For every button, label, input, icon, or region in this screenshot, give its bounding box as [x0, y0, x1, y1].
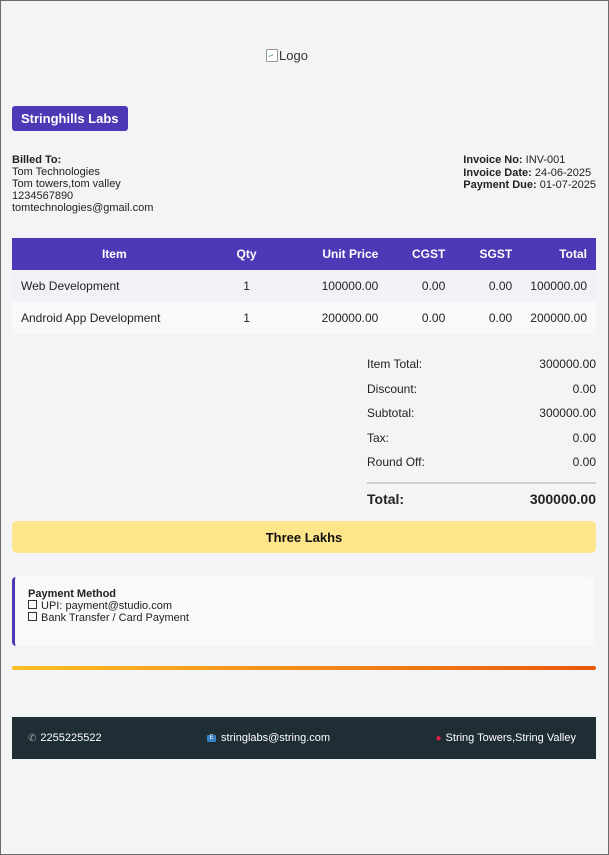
billed-to-block: Billed To: Tom Technologies Tom towers,t… [12, 154, 153, 214]
company-name-badge: Stringhills Labs [12, 106, 128, 131]
payment-due: 01-07-2025 [539, 179, 596, 191]
footer-phone: ✆ 2255225522 [28, 732, 102, 744]
checkbox-icon [28, 600, 37, 609]
table-row: Android App Development 1 200000.00 0.00… [12, 302, 596, 334]
grand-total-label: Total: [367, 490, 405, 507]
discount-value: 0.00 [572, 381, 596, 396]
table-header-row: Item Qty Unit Price CGST SGST Total [12, 238, 596, 270]
footer: ✆ 2255225522 E stringlabs@string.com ● S… [12, 717, 596, 759]
subtotal-value: 300000.00 [539, 406, 596, 421]
footer-email-text: stringlabs@string.com [221, 732, 331, 744]
payment-option: Bank Transfer / Card Payment [28, 612, 594, 624]
cell-total: 100000.00 [521, 270, 596, 302]
payment-option-label: UPI: payment@studio.com [41, 600, 172, 612]
checkbox-icon [28, 612, 37, 621]
billed-to-label: Billed To: [12, 154, 62, 166]
subtotal-row: Subtotal: 300000.00 [367, 401, 596, 426]
cell-total: 200000.00 [521, 302, 596, 334]
client-name: Tom Technologies [12, 166, 100, 178]
payment-option: UPI: payment@studio.com [28, 600, 594, 612]
discount-label: Discount: [367, 381, 418, 396]
payment-due-label: Payment Due: [463, 179, 537, 191]
invoice-no-label: Invoice No: [463, 154, 523, 166]
round-off-value: 0.00 [572, 455, 596, 470]
phone-icon: ✆ [28, 732, 37, 744]
col-header-unit-price: Unit Price [276, 238, 388, 270]
summary-divider [367, 481, 596, 484]
item-total-row: Item Total: 300000.00 [367, 352, 596, 377]
tax-row: Tax: 0.00 [367, 426, 596, 451]
grand-total-value: 300000.00 [529, 490, 596, 507]
invoice-meta: Invoice No: INV-001 Invoice Date: 24-06-… [463, 154, 596, 192]
col-header-sgst: SGST [454, 238, 522, 270]
tax-value: 0.00 [572, 430, 596, 445]
item-total-label: Item Total: [367, 357, 423, 372]
invoice-no: INV-001 [525, 154, 566, 166]
round-off-label: Round Off: [367, 455, 425, 470]
cell-qty: 1 [216, 270, 277, 302]
location-pin-icon: ● [435, 732, 442, 744]
footer-address-text: String Towers,String Valley [445, 732, 576, 744]
invoice-date-label: Invoice Date: [463, 166, 532, 179]
col-header-qty: Qty [216, 238, 277, 270]
round-off-row: Round Off: 0.00 [367, 450, 596, 475]
cell-sgst: 0.00 [454, 302, 522, 334]
amount-in-words: Three Lakhs [12, 521, 596, 553]
footer-email: E stringlabs@string.com [207, 732, 330, 744]
cell-cgst: 0.00 [387, 302, 455, 334]
client-address: Tom towers,tom valley [12, 178, 121, 190]
cell-qty: 1 [216, 302, 277, 334]
discount-row: Discount: 0.00 [367, 377, 596, 402]
payment-method-box: Payment Method UPI: payment@studio.com B… [12, 577, 594, 646]
broken-image-icon [266, 49, 278, 62]
subtotal-label: Subtotal: [367, 406, 415, 421]
footer-address: ● String Towers,String Valley [436, 732, 576, 744]
payment-option-label: Bank Transfer / Card Payment [41, 612, 189, 624]
cell-item: Android App Development [12, 302, 217, 334]
grand-total-row: Total: 300000.00 [367, 485, 596, 513]
totals-summary: Item Total: 300000.00 Discount: 0.00 Sub… [367, 352, 596, 513]
logo: Logo [266, 48, 308, 63]
client-phone: 1234567890 [12, 190, 74, 202]
logo-alt-text: Logo [279, 48, 308, 63]
cell-unit-price: 200000.00 [276, 302, 388, 334]
cell-unit-price: 100000.00 [276, 270, 388, 302]
col-header-total: Total [521, 238, 596, 270]
footer-phone-text: 2255225522 [40, 732, 102, 744]
payment-method-title: Payment Method [28, 588, 117, 600]
cell-sgst: 0.00 [454, 270, 522, 302]
item-total-value: 300000.00 [539, 357, 596, 372]
client-email: tomtechnologies@gmail.com [12, 202, 154, 214]
email-icon: E [207, 734, 217, 742]
tax-label: Tax: [367, 430, 390, 445]
invoice-date: 24-06-2025 [534, 166, 592, 179]
col-header-cgst: CGST [387, 238, 455, 270]
accent-divider [12, 666, 596, 670]
items-table: Item Qty Unit Price CGST SGST Total Web … [12, 238, 596, 334]
col-header-item: Item [12, 238, 217, 270]
cell-item: Web Development [12, 270, 217, 302]
table-row: Web Development 1 100000.00 0.00 0.00 10… [12, 270, 596, 302]
cell-cgst: 0.00 [387, 270, 455, 302]
